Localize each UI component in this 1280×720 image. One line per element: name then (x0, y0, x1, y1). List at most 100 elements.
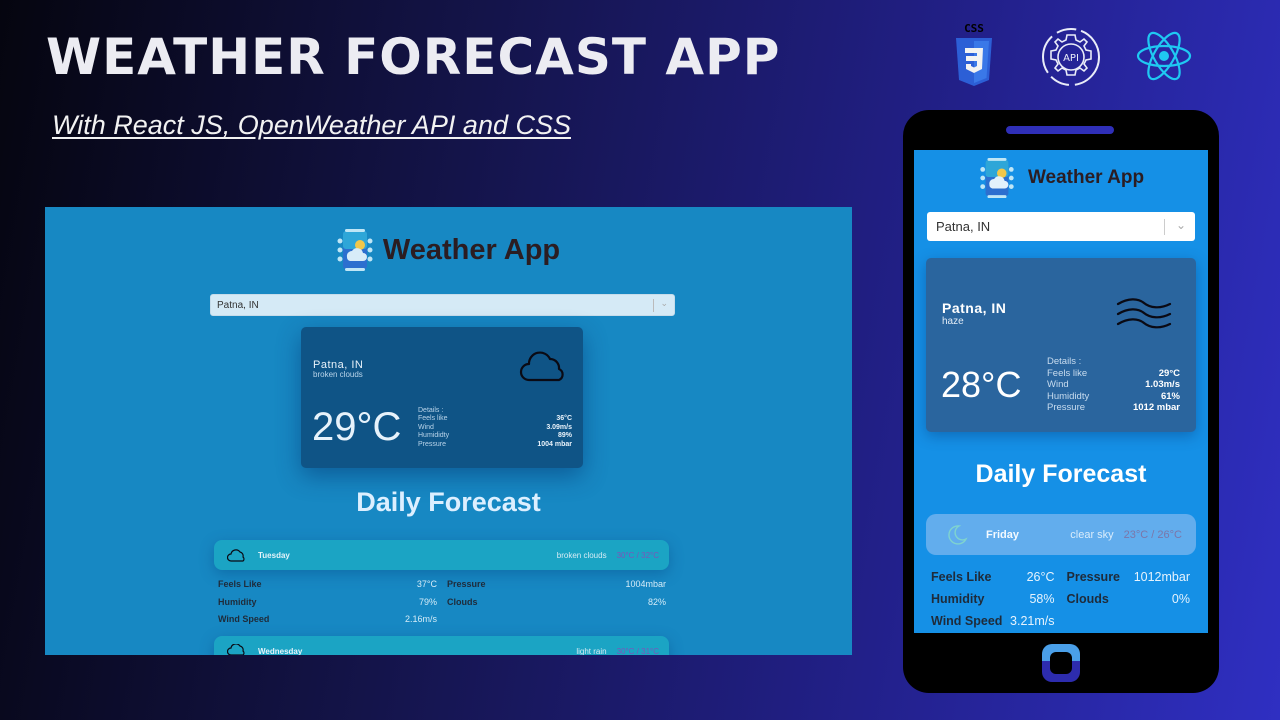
banner-subtitle: With React JS, OpenWeather API and CSS (52, 110, 571, 140)
detail-label: Wind (1047, 379, 1069, 391)
forecast-detail-humidity: Humidity 58% (931, 592, 1055, 606)
detail-row-pressure: Pressure 1004 mbar (418, 441, 572, 449)
phone-home-button[interactable] (1042, 644, 1080, 682)
current-city: Patna, IN (942, 300, 1007, 316)
detail-value: 3.09m/s (546, 423, 572, 431)
forecast-detail-feels-like: Feels Like 37°C (218, 579, 437, 589)
phone-speaker (1006, 126, 1114, 134)
app-logo-icon (337, 229, 373, 271)
detail-value: 26°C (1026, 570, 1055, 584)
detail-value: 37°C (416, 579, 437, 589)
forecast-detail-feels-like: Feels Like 26°C (931, 570, 1055, 584)
forecast-detail-humidity: Humidity 79% (218, 597, 437, 607)
detail-value: 1004 mbar (537, 440, 572, 448)
current-description: haze (942, 316, 964, 327)
detail-label: Feels like (418, 415, 448, 423)
detail-label: Pressure (1047, 402, 1086, 414)
current-description: broken clouds (313, 370, 363, 379)
detail-row-humidity: Humididty 89% (418, 432, 572, 440)
forecast-detail-clouds: Clouds 0% (1067, 592, 1191, 606)
detail-value: 58% (1029, 592, 1055, 606)
moon-icon (948, 524, 968, 545)
forecast-min-max: 30°C / 32°C (616, 550, 659, 560)
current-weather-card: Patna, IN haze 28°C Details : Feels like… (926, 258, 1196, 432)
detail-row-feels-like: Feels like 29°C (1047, 368, 1180, 380)
forecast-detail-wind-speed: Wind Speed 2.16m/s (218, 614, 437, 624)
app-logo-icon (980, 158, 1014, 198)
detail-label: Clouds (447, 596, 478, 607)
cloud-icon (519, 351, 564, 382)
detail-label: Feels Like (931, 570, 992, 584)
forecast-details-grid: Feels Like 37°C Pressure 1004mbar Humidity… (218, 579, 666, 624)
forecast-item-friday[interactable]: Friday clear sky 23°C / 26°C (926, 514, 1196, 555)
forecast-day: Tuesday (258, 550, 290, 560)
css3-icon-label: CSS (964, 22, 984, 35)
detail-row-pressure: Pressure 1012 mbar (1047, 402, 1180, 414)
current-temperature: 29°C (312, 405, 402, 449)
api-icon-label: API (1063, 53, 1079, 64)
detail-label: Pressure (447, 579, 486, 589)
detail-label: Humididty (418, 432, 450, 440)
react-icon (1136, 31, 1192, 81)
city-search-value: Patna, IN (936, 219, 991, 234)
forecast-detail-pressure: Pressure 1012mbar (1067, 570, 1191, 584)
detail-value: 61% (1160, 390, 1180, 402)
select-separator (1164, 219, 1165, 235)
haze-icon (1116, 298, 1172, 329)
detail-label: Wind Speed (218, 614, 270, 624)
app-header: Weather App (45, 229, 852, 271)
forecast-description: broken clouds (556, 550, 607, 560)
detail-label: Humidity (218, 596, 257, 607)
detail-label: Clouds (1066, 592, 1109, 606)
forecast-item-wednesday[interactable]: Wednesday light rain 30°C / 31°C (214, 636, 669, 655)
detail-label: Feels like (1047, 367, 1088, 379)
forecast-title: Daily Forecast (975, 460, 1147, 488)
detail-row-wind: Wind 1.03m/s (1047, 379, 1180, 391)
detail-value: 82% (647, 596, 666, 607)
details-label: Details : (418, 407, 444, 414)
api-gear-icon: API (1042, 28, 1100, 86)
current-details: Details : Feels like 29°C Wind 1.03m/s Hum… (1047, 356, 1180, 414)
desktop-app-preview: Weather App Patna, IN ⌄ Patna, IN broken… (45, 207, 852, 655)
detail-value: 1004mbar (625, 579, 666, 589)
detail-row-feels-like: Feels like 36°C (418, 415, 572, 423)
cloud-rain-icon (227, 644, 245, 655)
detail-label: Humidity (931, 592, 985, 606)
forecast-day: Wednesday (258, 646, 303, 656)
css3-icon: CSS (956, 22, 992, 86)
phone-mockup: Weather App Patna, IN ⌄ Patna, IN haze 2… (903, 110, 1219, 693)
detail-value: 0% (1171, 592, 1190, 606)
current-weather-card: Patna, IN broken clouds 29°C Details : F… (301, 327, 583, 468)
app-title: Weather App (1027, 167, 1145, 188)
details-label: Details : (1047, 356, 1082, 367)
forecast-item-tuesday[interactable]: Tuesday broken clouds 30°C / 32°C (214, 540, 669, 570)
forecast-detail-clouds: Clouds 82% (447, 597, 666, 607)
city-search-value: Patna, IN (217, 299, 259, 311)
detail-row-wind: Wind 3.09m/s (418, 424, 572, 432)
city-search-select[interactable]: Patna, IN ⌄ (927, 212, 1195, 241)
forecast-min-max: 30°C / 31°C (616, 646, 659, 656)
detail-value: 79% (418, 596, 437, 607)
chevron-down-icon[interactable]: ⌄ (660, 298, 668, 309)
detail-value: 3.21m/s (1010, 614, 1055, 628)
detail-value: 1.03m/s (1145, 379, 1180, 391)
banner-title: WEATHER FORECAST APP (46, 28, 781, 86)
detail-row-humidity: Humididty 61% (1047, 391, 1180, 403)
tech-icons: CSS API (950, 20, 1210, 100)
forecast-detail-wind-speed: Wind Speed 3.21m/s (931, 614, 1055, 628)
detail-value: 29°C (1158, 367, 1180, 379)
app-header: Weather App (914, 158, 1208, 198)
app-title: Weather App (382, 233, 561, 266)
detail-label: Pressure (418, 440, 447, 448)
forecast-description: light rain (576, 646, 607, 656)
forecast-day: Friday (986, 528, 1020, 541)
chevron-down-icon[interactable]: ⌄ (1176, 218, 1186, 232)
detail-label: Wind Speed (931, 614, 1003, 628)
forecast-detail-pressure: Pressure 1004mbar (447, 579, 666, 589)
detail-label: Humididty (1047, 390, 1090, 402)
current-details: Details : Feels like 36°C Wind 3.09m/s Hum… (418, 407, 572, 449)
current-temperature: 28°C (941, 364, 1022, 405)
cloud-icon (227, 549, 245, 562)
city-search-select[interactable]: Patna, IN ⌄ (210, 294, 675, 316)
select-separator (653, 299, 654, 312)
